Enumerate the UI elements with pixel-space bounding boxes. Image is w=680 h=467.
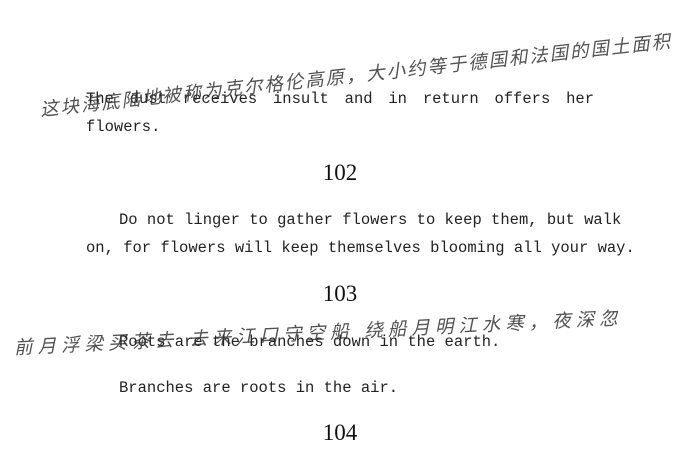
poem-101-line-2: flowers. xyxy=(86,118,161,136)
handwritten-annotation-2: 前月浮梁买茶去 去来江口守空船 绕船月明江水寒，夜深忽 xyxy=(13,308,624,359)
poem-number-104: 104 xyxy=(322,420,358,445)
poem-103-line-2: Branches are roots in the air. xyxy=(119,379,399,397)
poem-number-102: 102 xyxy=(322,160,358,185)
poem-number-103: 103 xyxy=(322,281,358,306)
poem-102-line-2: on, for flowers will keep themselves blo… xyxy=(86,239,635,257)
poem-102-line-1: Do not linger to gather flowers to keep … xyxy=(119,211,622,229)
